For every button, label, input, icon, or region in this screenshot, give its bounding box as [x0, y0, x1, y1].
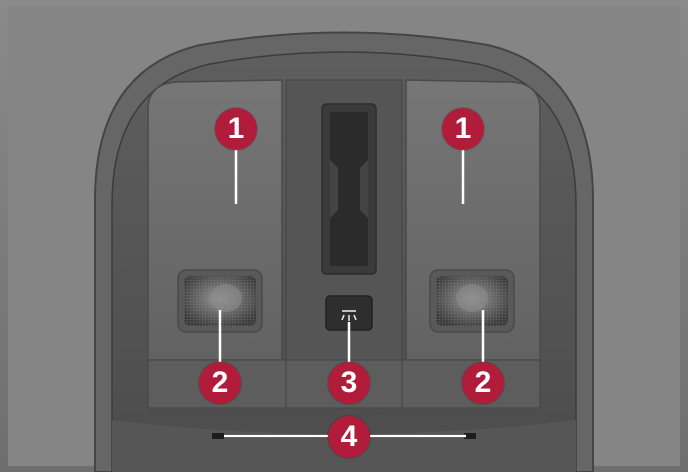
- callout-1-left: 1: [215, 108, 257, 150]
- callout-2-left: 2: [199, 362, 241, 404]
- overhead-console-illustration: 1 1 2 2 3 4: [0, 0, 688, 472]
- callout-3: 3: [328, 362, 370, 404]
- callout-4: 4: [328, 416, 370, 458]
- callout-1-right: 1: [442, 108, 484, 150]
- callout-2-right: 2: [462, 362, 504, 404]
